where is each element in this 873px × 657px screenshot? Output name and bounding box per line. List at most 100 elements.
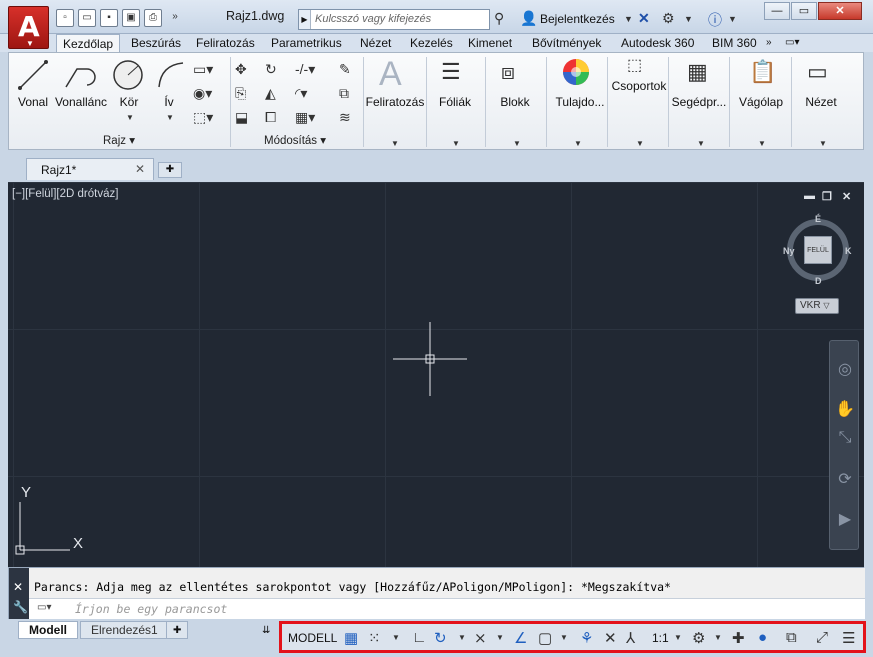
rotate-icon[interactable]: ↻	[265, 61, 277, 78]
annotation-monitor-icon[interactable]: ✚	[732, 629, 745, 647]
rectangle-icon[interactable]: ▭▾	[193, 61, 213, 78]
viewport-restore-icon[interactable]: ❐	[822, 190, 832, 203]
annotation-button[interactable]: Feliratozás	[365, 95, 425, 109]
tab-kimenet[interactable]: Kimenet	[468, 34, 512, 52]
pan-hand-icon[interactable]: ✋	[834, 399, 856, 419]
chevron-down-icon[interactable]: ▼	[452, 139, 460, 148]
viewport-close-icon[interactable]: ✕	[842, 190, 851, 203]
clean-screen-icon[interactable]: ⤢	[816, 629, 828, 646]
isodraft-icon[interactable]: ⨯	[474, 629, 487, 647]
more-icon[interactable]: ⇊	[262, 625, 270, 636]
modify-group-label[interactable]: Módosítás ▾	[255, 133, 335, 147]
new-tab-button[interactable]: ✚	[158, 162, 182, 178]
snap-icon[interactable]: ⁙	[368, 629, 381, 647]
array-icon[interactable]: ▦▾	[295, 109, 315, 126]
user-icon[interactable]: 👤	[520, 10, 537, 27]
zoom-extents-icon[interactable]: ⤡	[834, 429, 856, 447]
minimize-button[interactable]: —	[764, 2, 790, 20]
file-tab-rajz1[interactable]: Rajz1* ✕	[26, 158, 154, 180]
explode-icon[interactable]: ⧉	[339, 85, 349, 102]
save-icon[interactable]: ▪	[100, 9, 118, 27]
object-snap-icon[interactable]: ▢	[538, 629, 552, 647]
calculator-icon[interactable]: ▦	[687, 59, 708, 85]
customization-menu-icon[interactable]: ☰	[842, 629, 855, 647]
ribbon-minimize-icon[interactable]: ▭▾	[785, 34, 799, 52]
chevron-down-icon[interactable]: ▼	[714, 633, 722, 642]
arc-icon[interactable]	[155, 59, 187, 91]
compass-west[interactable]: Ny	[783, 246, 795, 256]
exchange-icon[interactable]: ✕	[638, 10, 650, 27]
scale-icon[interactable]: ⧠	[265, 109, 276, 126]
save-as-icon[interactable]: ▣	[122, 9, 140, 27]
print-icon[interactable]: ⎙	[144, 9, 162, 27]
offset-icon[interactable]: ≋	[339, 109, 351, 126]
tab-autodesk360[interactable]: Autodesk 360	[621, 34, 694, 52]
layers-button[interactable]: Fóliák	[429, 95, 481, 109]
auto-scale-icon[interactable]: ✕	[604, 629, 617, 647]
chevron-down-icon[interactable]: ▼	[126, 113, 134, 122]
grid-icon[interactable]: ▦	[344, 629, 358, 647]
viewcube-top-face[interactable]: FELÜL	[804, 236, 832, 264]
application-menu-button[interactable]: A ▼	[8, 6, 49, 49]
chevron-down-icon[interactable]: ▼	[728, 14, 737, 24]
more-tools-icon[interactable]: »	[166, 9, 184, 27]
groups-button[interactable]: Csoportok	[609, 79, 669, 93]
layout-tab-model[interactable]: Modell	[18, 621, 78, 639]
annotation-scale-value[interactable]: 1:1	[652, 631, 669, 645]
binoculars-icon[interactable]: ⚲	[494, 10, 504, 27]
new-layout-button[interactable]: ✚	[166, 621, 189, 639]
tab-nezet[interactable]: Nézet	[360, 34, 391, 52]
view-folder-icon[interactable]: ▭	[807, 59, 828, 85]
properties-color-wheel-icon[interactable]	[561, 57, 591, 87]
tab-kezeles[interactable]: Kezelés	[410, 34, 453, 52]
chevron-down-icon[interactable]: ▼	[513, 139, 521, 148]
chevron-down-icon[interactable]: ▼	[574, 139, 582, 148]
draw-group-label[interactable]: Rajz ▾	[89, 133, 149, 147]
clipboard-button[interactable]: Vágólap	[731, 95, 791, 109]
steering-wheel-icon[interactable]: ◎	[834, 359, 856, 379]
object-snap-tracking-icon[interactable]: ∠	[514, 629, 527, 647]
ortho-icon[interactable]: ∟	[412, 629, 427, 646]
ucs-dropdown[interactable]: VKR ▽	[795, 298, 839, 314]
polar-tracking-icon[interactable]: ↻	[434, 629, 447, 647]
draw-tool-line[interactable]: Vonal	[16, 95, 50, 109]
layout-tab-layout1[interactable]: Elrendezés1	[80, 621, 169, 639]
tab-kezdolap[interactable]: Kezdőlap	[56, 34, 121, 52]
utilities-button[interactable]: Segédpr...	[669, 95, 729, 109]
chevron-down-icon[interactable]: ▼	[636, 139, 644, 148]
drawing-area[interactable]: [−][Felül][2D drótváz] ▬ ❐ ✕ FELÜL É D N…	[8, 182, 864, 567]
isolate-objects-icon[interactable]: ●	[758, 629, 767, 646]
polyline-icon[interactable]	[63, 59, 97, 91]
sign-in-link[interactable]: Bejelentkezés	[540, 12, 615, 26]
close-icon[interactable]: ✕	[13, 580, 23, 594]
hatch-icon[interactable]: ◉▾	[193, 85, 212, 102]
model-space-button[interactable]: MODELL	[288, 631, 337, 645]
layers-icon[interactable]: ☰	[441, 59, 461, 85]
fillet-icon[interactable]: ◜▾	[295, 85, 307, 102]
chevron-down-icon[interactable]: ▼	[166, 113, 174, 122]
open-folder-icon[interactable]: ▭	[78, 9, 96, 27]
mirror-icon[interactable]: ◭	[265, 85, 276, 102]
view-button[interactable]: Nézet	[795, 95, 847, 109]
draw-tool-circle[interactable]: Kör	[117, 95, 141, 109]
copy-icon[interactable]: ⎘	[235, 85, 246, 102]
command-input-row[interactable]: ▭▾ Írjon be egy parancsot	[29, 598, 865, 619]
annotation-scale-icon[interactable]: ⅄	[626, 629, 635, 647]
region-icon[interactable]: ⬚▾	[193, 109, 213, 126]
workspace-gear-icon[interactable]: ⚙	[692, 629, 705, 647]
showmotion-icon[interactable]: ▶	[834, 509, 856, 529]
command-window-handle[interactable]: ✕ 🔧	[9, 568, 29, 620]
chevron-down-icon[interactable]: ▼	[674, 633, 682, 642]
tab-feliratozas[interactable]: Feliratozás	[196, 34, 255, 52]
a360-icon[interactable]: ⚙	[662, 10, 675, 27]
block-icon[interactable]: ⧈	[501, 59, 515, 85]
line-icon[interactable]	[17, 59, 49, 91]
viewport-minimize-icon[interactable]: ▬	[804, 190, 815, 202]
compass-east[interactable]: K	[845, 246, 852, 256]
properties-button[interactable]: Tulajdo...	[547, 95, 613, 109]
chevron-down-icon[interactable]: ▼	[819, 139, 827, 148]
draw-tool-arc[interactable]: Ív	[159, 95, 179, 109]
clipboard-icon[interactable]: 📋	[749, 59, 776, 85]
chevron-down-icon[interactable]: ▼	[758, 139, 766, 148]
annotation-visibility-icon[interactable]: ⚘	[580, 629, 593, 647]
